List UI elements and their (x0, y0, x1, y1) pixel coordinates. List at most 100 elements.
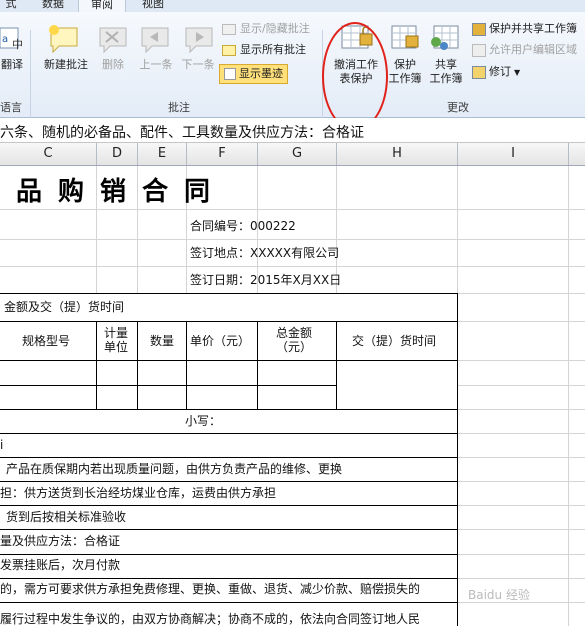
column-header-h[interactable]: H (337, 143, 458, 165)
show-hide-comment-button[interactable]: 显示/隐藏批注 (222, 22, 310, 36)
clause-acceptance: 货到后按相关标准验收 (6, 510, 127, 524)
watermark: Baidu 经验 (468, 588, 530, 602)
capital-amount-label: 小写： (185, 414, 222, 428)
protect-workbook-button[interactable]: 保护 工作簿 (386, 58, 424, 86)
table-border (0, 554, 457, 555)
new-comment-button[interactable]: 新建批注 (40, 58, 92, 72)
table-border (0, 529, 457, 530)
show-ink-label: 显示墨迹 (239, 67, 283, 80)
gridline (457, 529, 585, 530)
clause-payment: 发票挂账后，次月付款 (0, 558, 121, 572)
dropdown-arrow-icon: ▼ (514, 68, 521, 77)
section-amount-delivery: 金额及交（提）货时间 (4, 300, 125, 314)
header-delivery-time: 交（提）货时间 (352, 334, 437, 348)
gridline (457, 578, 585, 579)
delete-comment-icon (98, 26, 130, 58)
protect-workbook-label-2: 工作簿 (388, 72, 422, 85)
header-unit: 计量 单位 (104, 326, 128, 354)
previous-comment-icon (140, 26, 172, 58)
gridline (457, 409, 585, 410)
clause-liability: 的，需方可要求供方承担免费修理、更换、重做、退货、减少价款、赔偿损失的 (0, 582, 421, 596)
gridline (457, 457, 585, 458)
delete-comment-button[interactable]: 删除 (96, 58, 130, 72)
next-comment-button[interactable]: 下一条 (178, 58, 218, 72)
formula-bar[interactable]: 六条、随机的必备品、配件、工具数量及供应方法：合格证 (0, 118, 585, 143)
table-border (0, 578, 457, 579)
comments-group-label: 批注 (168, 101, 190, 114)
table-border (137, 321, 138, 409)
column-header-c[interactable]: C (0, 143, 97, 165)
share-workbook-button[interactable]: 共享 工作簿 (426, 58, 466, 86)
column-header-g[interactable]: G (258, 143, 337, 165)
contract-title: 产品购销合同 (0, 177, 227, 207)
protect-and-share-button[interactable]: 保护并共享工作簿 (472, 22, 577, 36)
track-changes-button[interactable]: 修订 ▼ (472, 65, 520, 80)
tab-data[interactable]: 数据 (36, 0, 70, 12)
table-border (0, 505, 457, 506)
gridline (457, 505, 585, 506)
contract-number: 合同编号：000222 (190, 219, 296, 233)
gridline (457, 481, 585, 482)
tab-formulas[interactable]: 式 (0, 0, 22, 12)
header-total-line2: （元） (276, 340, 313, 354)
gridline (457, 385, 585, 386)
column-header-d[interactable]: D (97, 143, 138, 165)
table-border (0, 360, 457, 361)
column-header-i[interactable]: I (458, 143, 569, 165)
gridline (457, 433, 585, 434)
edit-ranges-icon (472, 43, 486, 57)
share-workbook-label-2: 工作簿 (429, 72, 463, 85)
show-all-comments-label: 显示所有批注 (240, 43, 306, 56)
comment-icon (222, 23, 236, 35)
table-border (0, 409, 457, 410)
translate-button[interactable]: 翻译 (0, 58, 24, 72)
header-unit-price: 单价（元） (190, 334, 251, 348)
share-workbook-label-1: 共享 (435, 58, 457, 71)
tab-view[interactable]: 视图 (136, 0, 170, 12)
language-group-label: 语言 (0, 101, 22, 114)
comments-icon (222, 44, 236, 56)
highlight-circle (322, 22, 388, 131)
protect-share-icon (472, 22, 486, 36)
track-changes-icon (472, 65, 486, 79)
signing-date: 签订日期：2015年X月XX日 (190, 273, 342, 287)
protect-and-share-label: 保护并共享工作簿 (489, 22, 577, 35)
show-ink-button[interactable]: 显示墨迹 (219, 64, 288, 84)
track-changes-label: 修订 (489, 65, 511, 78)
worksheet-grid[interactable] (0, 166, 585, 626)
previous-comment-button[interactable]: 上一条 (136, 58, 176, 72)
column-header-f[interactable]: F (187, 143, 258, 165)
gridline (0, 239, 585, 240)
show-hide-comment-label: 显示/隐藏批注 (240, 22, 310, 35)
table-border (0, 293, 457, 294)
svg-text:a: a (2, 34, 8, 45)
table-border (96, 321, 97, 409)
column-header-bar: C D E F G H I (0, 143, 585, 166)
new-comment-icon (48, 24, 82, 58)
column-header-e[interactable]: E (138, 143, 187, 165)
clause-transport: 担：供方送货到长治经坊煤业仓库，运费由供方承担 (0, 486, 277, 500)
show-all-comments-button[interactable]: 显示所有批注 (222, 43, 306, 57)
clause-quality: 产品在质保期内若出现质量问题，由供方负责产品的维修、更换 (6, 462, 343, 476)
allow-edit-ranges-button[interactable]: 允许用户编辑区域 (472, 43, 577, 57)
changes-group-label: 更改 (447, 101, 469, 114)
table-border (457, 293, 458, 626)
table-border (0, 481, 457, 482)
signing-place: 签订地点：XXXXX有限公司 (190, 246, 340, 260)
gridline (0, 266, 585, 267)
row-fragment: i (0, 438, 4, 452)
header-spec-model: 规格型号 (22, 334, 71, 348)
header-total-line1: 总金额 (276, 326, 313, 340)
table-border (0, 602, 457, 603)
allow-edit-ranges-label: 允许用户编辑区域 (489, 43, 577, 56)
formula-text: 六条、随机的必备品、配件、工具数量及供应方法：合格证 (0, 125, 364, 141)
header-unit-line2: 单位 (104, 340, 129, 354)
ribbon-review: a中 翻译 语言 新建批注 删除 上一条 下一条 显示/隐藏批注 显示所有批注 … (0, 12, 585, 131)
table-border (186, 321, 187, 409)
table-border (336, 321, 337, 409)
gridline (457, 360, 585, 361)
table-border (257, 321, 258, 409)
gridline (568, 166, 569, 626)
share-workbook-icon (430, 22, 462, 56)
ink-icon (224, 68, 236, 80)
